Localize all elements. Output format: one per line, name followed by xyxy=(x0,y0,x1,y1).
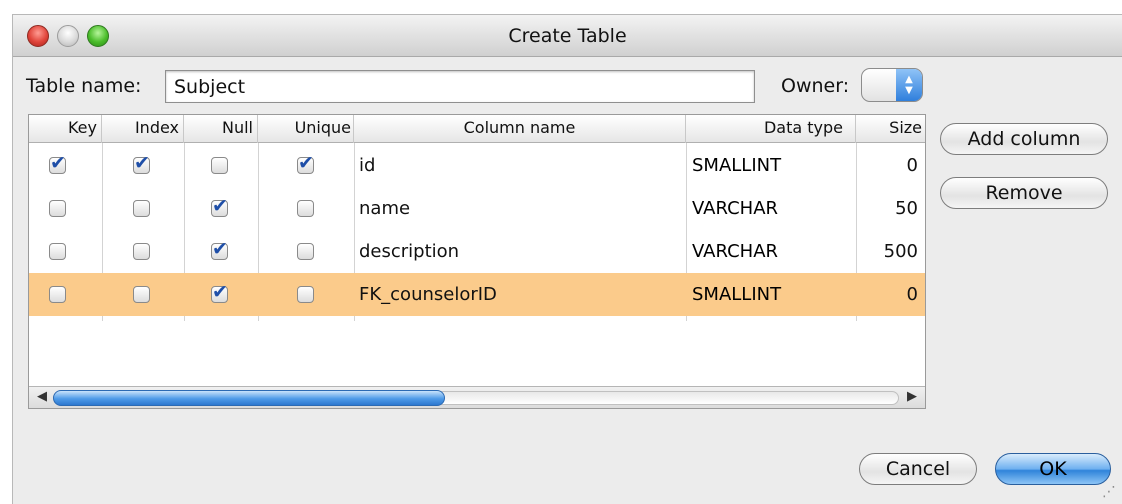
owner-select[interactable]: ▲ ▼ xyxy=(861,68,923,102)
table-header: Key Index Null Unique Column name Data t… xyxy=(29,115,925,143)
unique-checkbox[interactable] xyxy=(297,243,314,260)
null-checkbox[interactable] xyxy=(211,281,228,303)
column-name-cell[interactable]: id xyxy=(359,144,679,187)
scroll-thumb[interactable] xyxy=(53,390,445,406)
header-key[interactable]: Key xyxy=(29,115,102,143)
null-checkbox[interactable] xyxy=(211,195,228,217)
table-row[interactable]: FK_counselorID SMALLINT0 xyxy=(29,273,925,316)
data-type-cell[interactable]: SMALLINT xyxy=(692,144,852,187)
data-type-cell[interactable]: SMALLINT xyxy=(692,273,852,316)
create-table-dialog: Create Table Table name: Owner: ▲▼ Key I… xyxy=(12,14,1122,504)
up-down-arrows-icon: ▲ ▼ xyxy=(896,69,922,101)
size-cell[interactable]: 500 xyxy=(856,230,918,273)
size-cell[interactable]: 50 xyxy=(856,187,918,230)
column-name-cell[interactable]: name xyxy=(359,187,679,230)
table-row[interactable]: description VARCHAR500 xyxy=(29,230,925,273)
data-type-cell[interactable]: VARCHAR xyxy=(692,187,852,230)
unique-checkbox[interactable] xyxy=(297,152,314,174)
header-unique[interactable]: Unique xyxy=(258,115,354,143)
header-size[interactable]: Size xyxy=(856,115,926,143)
cancel-button[interactable]: Cancel xyxy=(859,453,977,485)
column-name-cell[interactable]: FK_counselorID xyxy=(359,273,679,316)
add-column-button[interactable]: Add column xyxy=(940,123,1108,155)
null-checkbox[interactable] xyxy=(211,238,228,260)
header-index[interactable]: Index xyxy=(102,115,184,143)
index-checkbox[interactable] xyxy=(133,243,150,260)
header-column-name[interactable]: Column name xyxy=(354,115,686,143)
null-checkbox[interactable] xyxy=(211,157,228,174)
column-name-cell[interactable]: description xyxy=(359,230,679,273)
key-checkbox[interactable] xyxy=(49,152,66,174)
scroll-left-icon[interactable]: ◀ xyxy=(37,389,47,404)
columns-table: Key Index Null Unique Column name Data t… xyxy=(28,114,926,409)
owner-label: Owner: xyxy=(781,75,850,97)
index-checkbox[interactable] xyxy=(133,200,150,217)
window-title: Create Table xyxy=(508,25,627,47)
horizontal-scrollbar[interactable]: ◀ ▶ xyxy=(29,386,925,408)
table-row[interactable]: name VARCHAR50 xyxy=(29,187,925,230)
size-cell[interactable]: 0 xyxy=(856,144,918,187)
resize-grip-icon[interactable]: ⋰ xyxy=(1102,484,1116,500)
key-checkbox[interactable] xyxy=(49,200,66,217)
size-cell[interactable]: 0 xyxy=(856,273,918,316)
table-name-input[interactable] xyxy=(165,70,755,103)
index-checkbox[interactable] xyxy=(133,152,150,174)
unique-checkbox[interactable] xyxy=(297,200,314,217)
table-name-label: Table name: xyxy=(26,75,142,97)
key-checkbox[interactable] xyxy=(49,286,66,303)
remove-button[interactable]: Remove xyxy=(940,177,1108,209)
header-null[interactable]: Null xyxy=(184,115,258,143)
data-type-cell[interactable]: VARCHAR xyxy=(692,230,852,273)
table-row[interactable]: id SMALLINT0 xyxy=(29,144,925,187)
titlebar[interactable]: Create Table xyxy=(13,15,1122,57)
ok-button[interactable]: OK xyxy=(995,453,1111,485)
header-data-type[interactable]: Data type xyxy=(686,115,856,143)
key-checkbox[interactable] xyxy=(49,243,66,260)
unique-checkbox[interactable] xyxy=(297,286,314,303)
index-checkbox[interactable] xyxy=(133,286,150,303)
scroll-right-icon[interactable]: ▶ xyxy=(907,389,917,404)
